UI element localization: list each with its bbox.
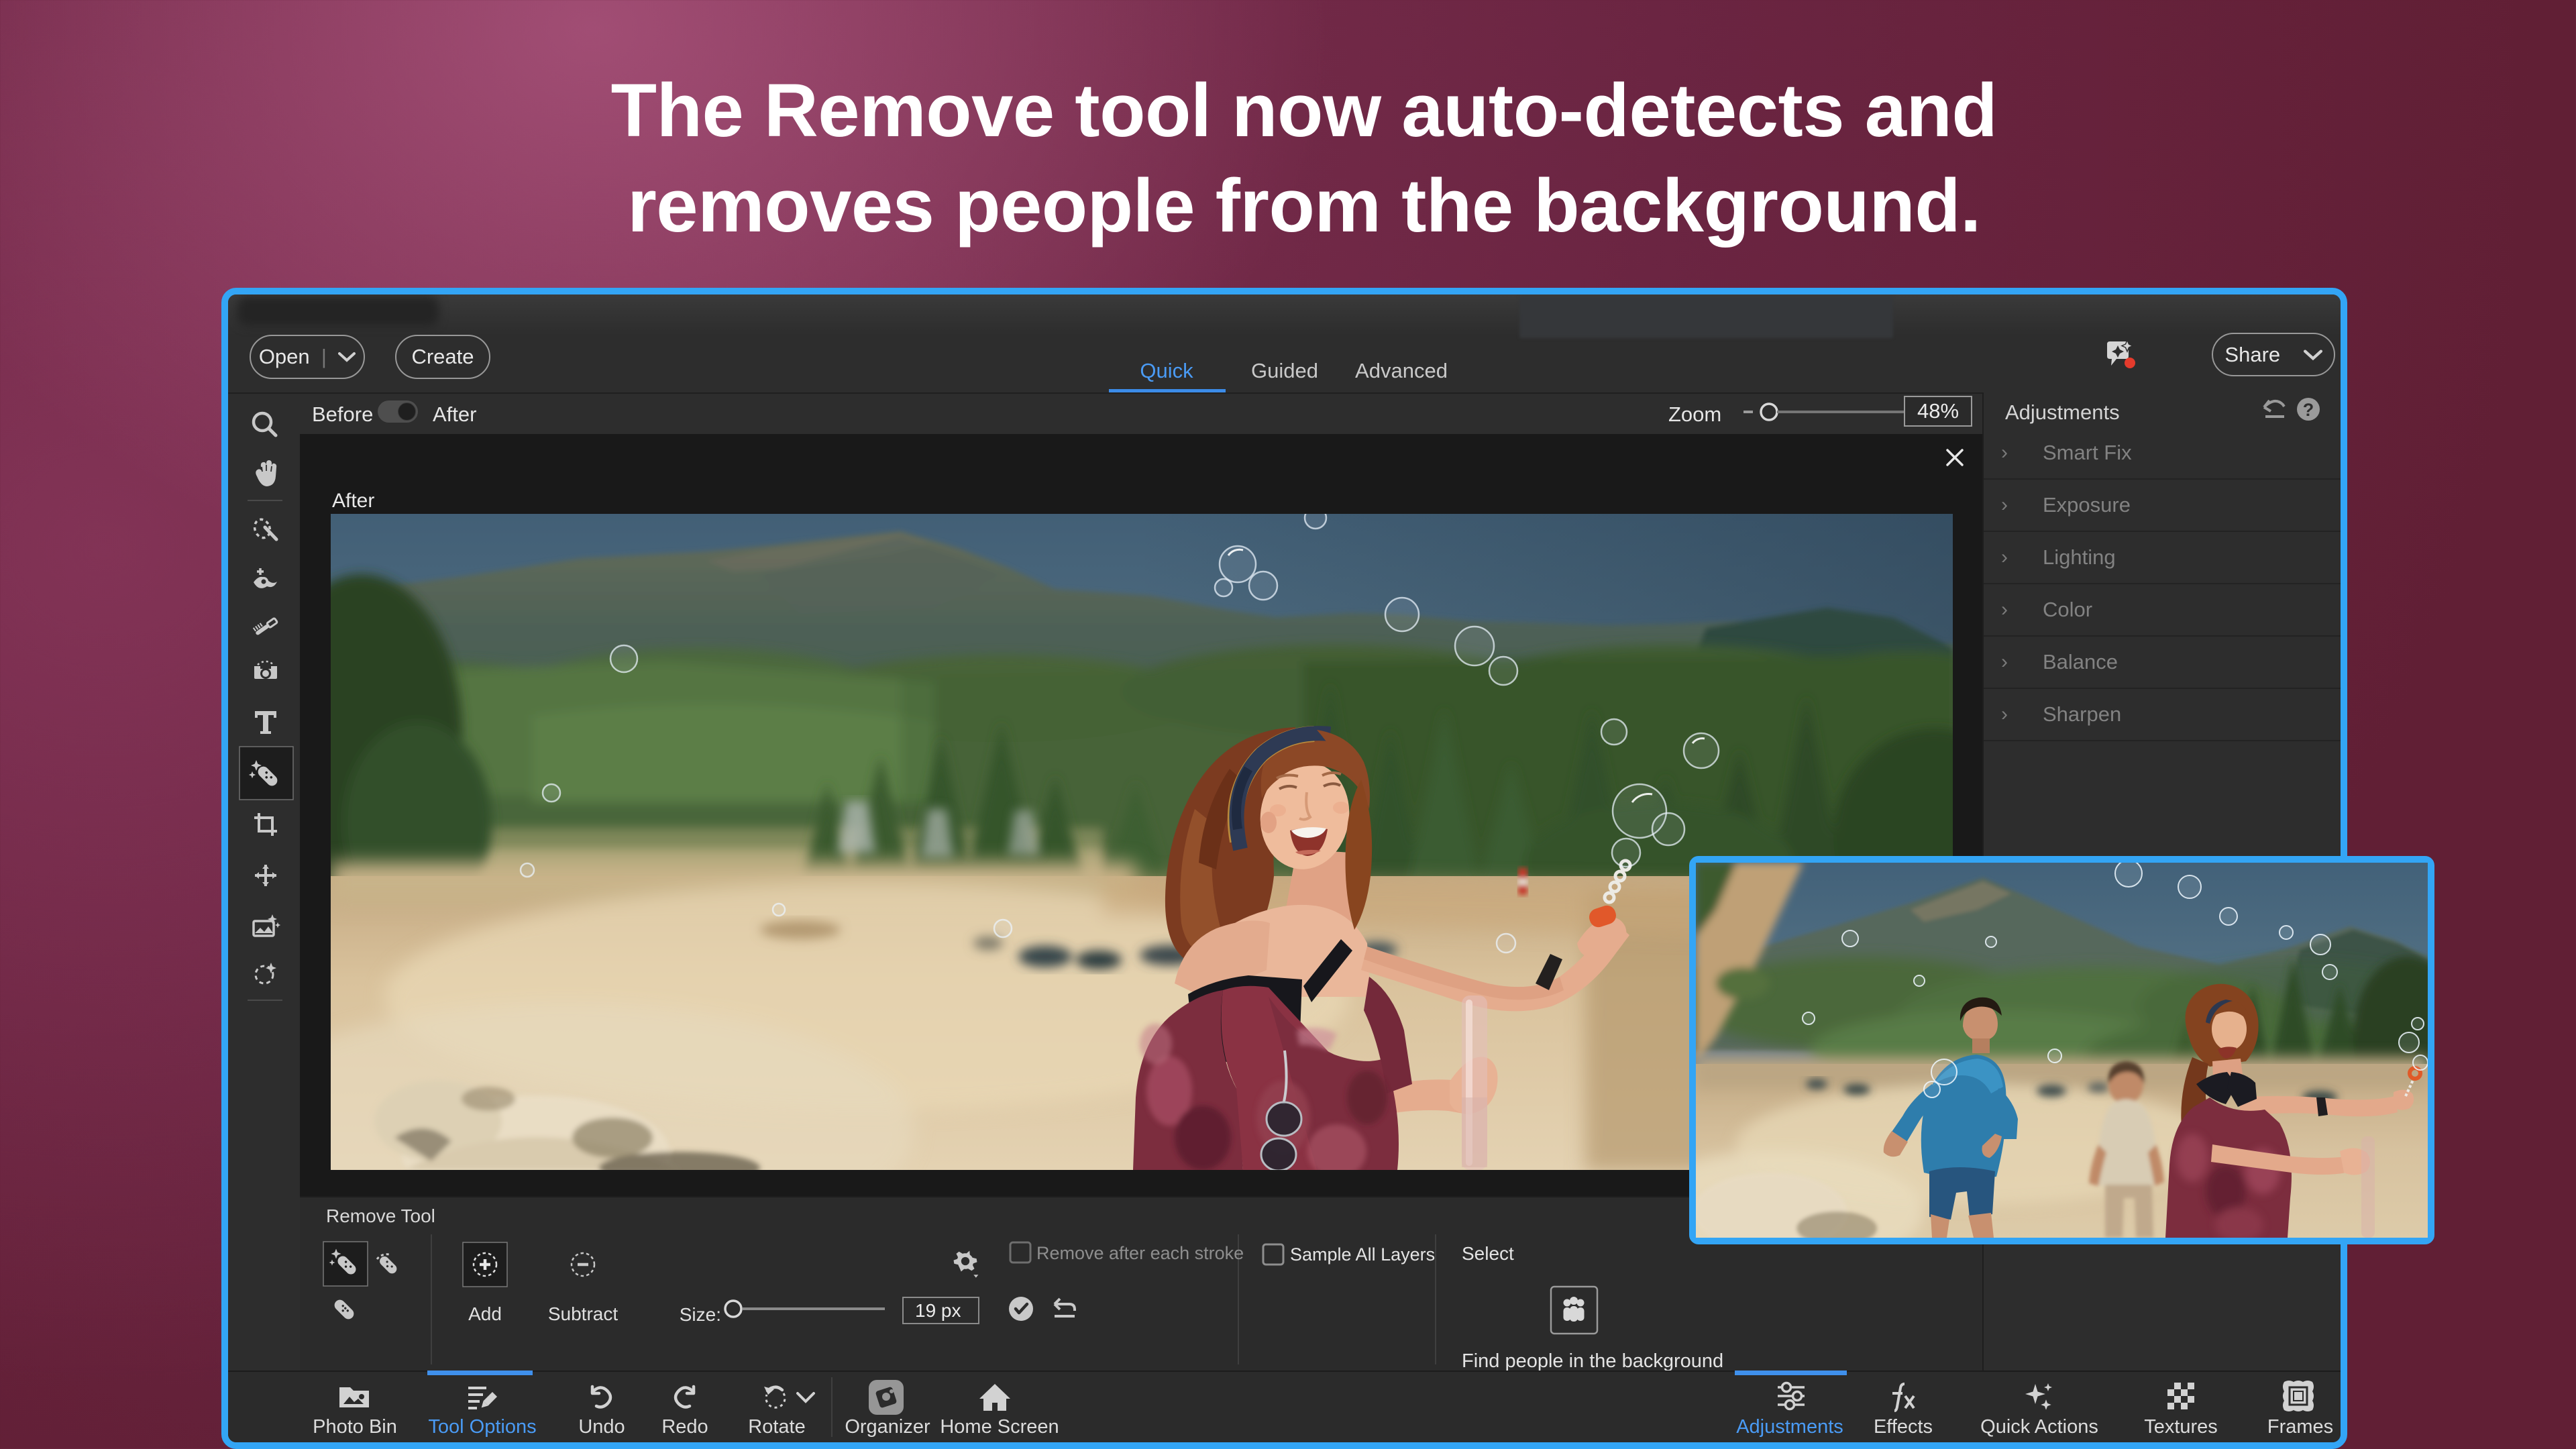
svg-text:?: ? xyxy=(2303,400,2314,420)
